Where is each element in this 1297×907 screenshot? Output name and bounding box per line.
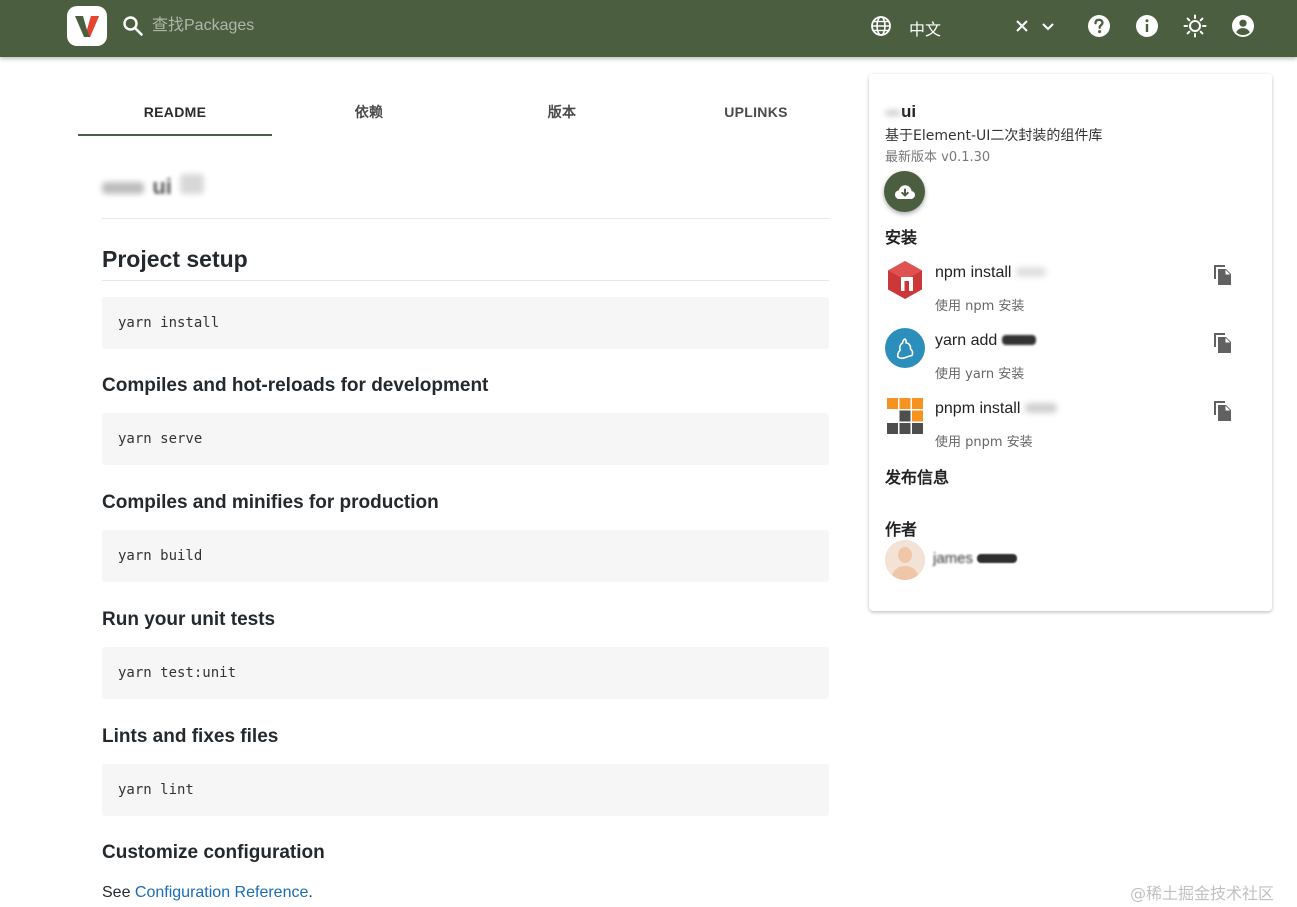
install-row-npm: npm install 使用 npm 安装 — [885, 260, 1255, 316]
npm-icon — [888, 261, 922, 299]
redacted-name-block — [102, 182, 144, 194]
configuration-reference-link[interactable]: Configuration Reference — [135, 884, 308, 901]
search-icon[interactable] — [121, 14, 145, 38]
redacted-title-block — [885, 109, 901, 116]
package-title-text: ui — [901, 102, 917, 121]
heading-divider — [102, 280, 829, 281]
project-setup-heading: Project setup — [102, 246, 248, 272]
account-icon[interactable] — [1230, 13, 1256, 39]
language-select-value[interactable]: 中文 — [909, 16, 941, 40]
info-icon[interactable] — [1134, 13, 1160, 39]
help-icon[interactable] — [1086, 13, 1112, 39]
code-block-test: yarn test:unit — [102, 647, 829, 699]
readme-package-name: ui — [102, 168, 205, 206]
package-name-fragment: ui — [152, 174, 172, 199]
install-row-pnpm: pnpm install 使用 pnpm 安装 — [885, 396, 1255, 452]
redacted-package-block — [1015, 267, 1046, 277]
active-tab-indicator — [78, 134, 272, 136]
logo-icon — [75, 16, 99, 37]
redacted-package-block — [1024, 403, 1057, 413]
redacted-author-block — [977, 554, 1018, 563]
author-name-text: james — [933, 550, 974, 567]
search-input[interactable] — [152, 13, 452, 39]
code-block-lint: yarn lint — [102, 764, 829, 816]
pnpm-install-command: pnpm install — [935, 400, 1057, 418]
copy-icon[interactable] — [1210, 330, 1234, 354]
avatar-image — [885, 540, 925, 580]
close-icon[interactable] — [1012, 16, 1032, 36]
chevron-down-icon[interactable] — [1038, 16, 1058, 36]
section-heading-serve: Compiles and hot-reloads for development — [102, 375, 489, 396]
redacted-name-block — [180, 174, 205, 194]
tab-versions[interactable]: 版本 — [465, 88, 659, 137]
globe-icon[interactable] — [869, 14, 893, 38]
watermark: @稀土掘金技术社区 — [1130, 884, 1275, 903]
yarn-icon — [885, 328, 925, 368]
npm-install-subtitle: 使用 npm 安装 — [935, 299, 1025, 314]
pnpm-install-subtitle: 使用 pnpm 安装 — [935, 435, 1033, 450]
copy-icon[interactable] — [1210, 262, 1234, 286]
download-button[interactable] — [884, 171, 925, 212]
npm-install-command: npm install — [935, 264, 1046, 282]
yarn-add-command: yarn add — [935, 332, 1036, 350]
code-block-build: yarn build — [102, 530, 829, 582]
code-block-serve: yarn serve — [102, 413, 829, 465]
verdaccio-logo[interactable] — [67, 6, 107, 46]
section-heading-customize: Customize configuration — [102, 842, 325, 863]
section-heading-test: Run your unit tests — [102, 609, 276, 630]
avatar — [885, 540, 925, 580]
install-section-title: 安装 — [885, 228, 918, 247]
section-heading-lint: Lints and fixes files — [102, 726, 279, 747]
yarn-install-subtitle: 使用 yarn 安装 — [935, 367, 1025, 382]
redacted-package-block — [1001, 335, 1036, 345]
package-tabs: README 依赖 版本 UPLINKS — [78, 88, 853, 137]
tab-dependencies[interactable]: 依赖 — [272, 88, 466, 137]
yarn-command-text: yarn add — [935, 332, 998, 349]
code-block-install: yarn install — [102, 297, 829, 349]
cloud-download-icon — [894, 184, 915, 199]
latest-version: 最新版本 v0.1.30 — [885, 150, 991, 165]
theme-icon[interactable] — [1182, 13, 1208, 39]
see-prefix: See — [102, 884, 135, 901]
title-divider — [102, 218, 829, 219]
app-bar: 中文 — [0, 0, 1297, 57]
see-suffix: . — [308, 884, 313, 901]
publish-info-title: 发布信息 — [885, 468, 950, 487]
pnpm-icon — [887, 398, 923, 434]
pnpm-command-text: pnpm install — [935, 400, 1021, 417]
package-info-card: ui 基于Element-UI二次封装的组件库 最新版本 v0.1.30 安装 … — [869, 74, 1272, 611]
copy-icon[interactable] — [1210, 398, 1234, 422]
author-name: james — [933, 550, 1018, 567]
section-heading-build: Compiles and minifies for production — [102, 492, 439, 513]
author-section-title: 作者 — [885, 520, 918, 539]
npm-command-text: npm install — [935, 264, 1012, 281]
package-title: ui — [885, 102, 916, 122]
install-row-yarn: yarn add 使用 yarn 安装 — [885, 328, 1255, 384]
tab-readme[interactable]: README — [78, 88, 272, 137]
tab-uplinks[interactable]: UPLINKS — [659, 88, 853, 137]
config-reference-line: See Configuration Reference. — [102, 884, 313, 902]
package-description: 基于Element-UI二次封装的组件库 — [885, 128, 1103, 144]
